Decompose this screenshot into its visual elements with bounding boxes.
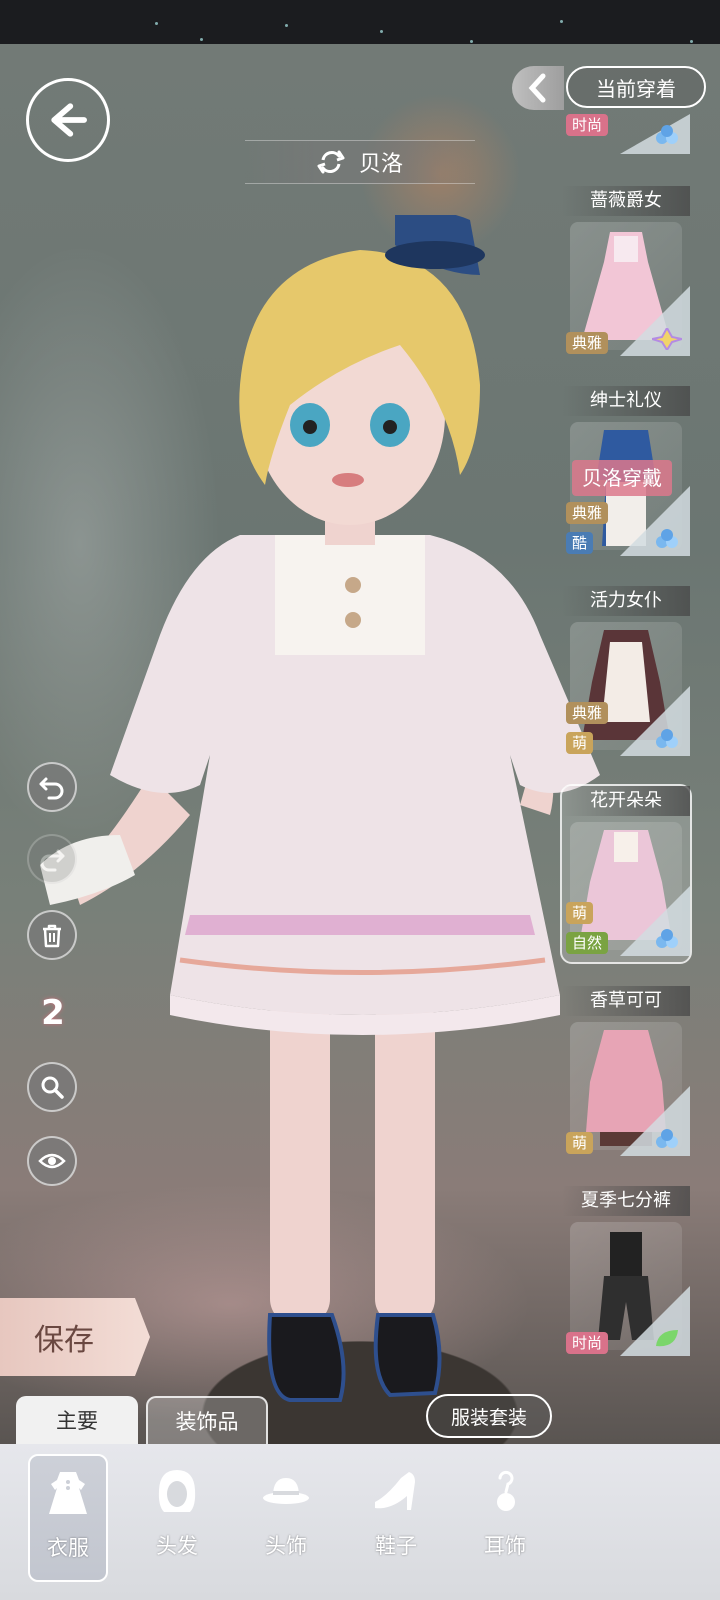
nav-headwear[interactable]: 头饰 xyxy=(246,1454,326,1582)
outfit-tag: 典雅 xyxy=(566,502,609,524)
outfit-card[interactable]: 夏季七分裤 时尚 xyxy=(562,1186,690,1362)
outfit-card[interactable]: 活力女仆 典雅 萌 xyxy=(562,586,690,762)
nav-hair[interactable]: 头发 xyxy=(137,1454,217,1582)
outfit-name: 蔷薇爵女 xyxy=(562,186,690,216)
blue-gem-icon xyxy=(656,929,678,948)
green-leaf-icon xyxy=(656,1330,678,1347)
nav-label: 耳饰 xyxy=(484,1534,526,1558)
swap-icon xyxy=(317,150,345,174)
outfit-tag: 酷 xyxy=(566,532,594,554)
save-button[interactable]: 保存 xyxy=(0,1298,150,1376)
rainbow-gem-icon xyxy=(652,328,682,350)
nav-earrings[interactable]: 耳饰 xyxy=(465,1454,545,1582)
outfit-tag: 萌 xyxy=(566,902,594,924)
nav-label: 头发 xyxy=(156,1534,198,1558)
outfit-slot-count: 2 xyxy=(41,993,65,1033)
zoom-button[interactable] xyxy=(27,1062,77,1112)
redo-icon xyxy=(40,849,65,872)
character-switch[interactable]: 贝洛 xyxy=(245,140,475,184)
eye-icon xyxy=(38,1153,66,1169)
blue-gem-icon xyxy=(656,729,678,748)
blue-gem-icon xyxy=(656,125,678,144)
outfit-tag: 萌 xyxy=(566,732,594,754)
outfit-tag: 时尚 xyxy=(566,114,609,136)
outfit-tag: 典雅 xyxy=(566,332,609,354)
delete-button[interactable] xyxy=(27,910,77,960)
nav-label: 衣服 xyxy=(47,1536,89,1560)
chevron-left-icon xyxy=(528,73,546,103)
blue-gem-icon xyxy=(656,1129,678,1148)
high-heel-icon xyxy=(375,1472,415,1510)
outfit-suit-button[interactable]: 服装套装 xyxy=(426,1394,552,1438)
nav-shoes[interactable]: 鞋子 xyxy=(356,1454,436,1582)
nav-clothes[interactable]: 衣服 xyxy=(28,1454,108,1582)
collapse-panel-button[interactable] xyxy=(512,66,564,110)
outfit-tag: 萌 xyxy=(566,1132,594,1154)
tab-accessories[interactable]: 装饰品 xyxy=(146,1396,268,1444)
arrow-left-icon xyxy=(51,103,87,137)
trash-icon xyxy=(43,924,61,948)
outfit-name: 香草可可 xyxy=(562,986,690,1016)
outfit-card[interactable]: 香草可可 萌 xyxy=(562,986,690,1162)
outfit-tag: 时尚 xyxy=(566,1332,609,1354)
magnifier-icon xyxy=(41,1076,64,1099)
tab-main[interactable]: 主要 xyxy=(16,1396,138,1444)
undo-icon xyxy=(39,777,64,800)
back-button[interactable] xyxy=(26,78,110,162)
outfit-name: 活力女仆 xyxy=(562,586,690,616)
dress-icon xyxy=(49,1472,87,1514)
hair-icon xyxy=(158,1470,196,1512)
character-model[interactable] xyxy=(40,215,640,1445)
blue-gem-icon xyxy=(656,529,678,548)
outfit-card[interactable]: 蔷薇爵女 典雅 xyxy=(562,186,690,362)
character-name: 贝洛 xyxy=(358,152,403,177)
earring-icon xyxy=(497,1470,515,1511)
category-nav: 衣服 头发 头饰 鞋子 耳饰 xyxy=(0,1444,720,1600)
outfit-name: 夏季七分裤 xyxy=(562,1186,690,1216)
outfit-card[interactable]: 时尚 xyxy=(562,98,690,160)
wearing-indicator: 贝洛穿戴 xyxy=(572,460,672,496)
outfit-tag: 典雅 xyxy=(566,702,609,724)
outfit-name: 绅士礼仪 xyxy=(562,386,690,416)
redo-button[interactable] xyxy=(27,834,77,884)
outfit-slot-button[interactable]: 2 xyxy=(30,990,76,1036)
undo-button[interactable] xyxy=(27,762,77,812)
hat-icon xyxy=(263,1478,309,1504)
status-bar xyxy=(0,0,720,44)
outfit-card-selected[interactable]: 花开朵朵 萌 自然 xyxy=(560,784,692,964)
nav-label: 头饰 xyxy=(265,1534,307,1558)
nav-label: 鞋子 xyxy=(375,1534,417,1558)
outfit-tag: 自然 xyxy=(566,932,609,954)
visibility-button[interactable] xyxy=(27,1136,77,1186)
outfit-name: 花开朵朵 xyxy=(562,786,690,816)
